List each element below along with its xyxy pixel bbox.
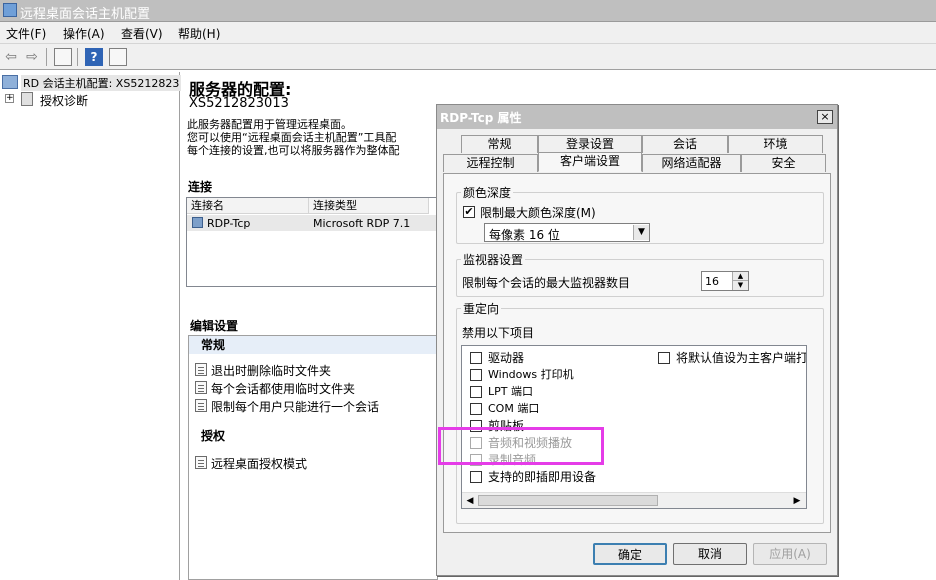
dialog-title: RDP-Tcp 属性 <box>440 111 522 125</box>
scroll-right-icon[interactable]: ▶ <box>790 494 804 508</box>
max-monitors-value: 16 <box>705 275 719 288</box>
group-header-general: 常规 <box>189 336 437 354</box>
rd-host-icon <box>2 75 18 89</box>
dialog-titlebar: RDP-Tcp 属性 × <box>437 105 837 129</box>
app-icon <box>3 3 17 17</box>
tab-network-adapter[interactable]: 网络适配器 <box>642 154 741 172</box>
column-header-connection-name[interactable]: 连接名 <box>187 198 309 214</box>
redirect-printers-checkbox[interactable] <box>470 369 482 381</box>
apply-button[interactable]: 应用(A) <box>753 543 827 565</box>
monitor-settings-legend: 监视器设置 <box>463 253 524 267</box>
color-depth-select[interactable]: 每像素 16 位 ▼ <box>484 223 650 242</box>
max-monitors-stepper[interactable]: 16 ▲ ▼ <box>701 271 749 291</box>
tab-security[interactable]: 安全 <box>741 154 826 172</box>
server-name: XS5212823013 <box>189 96 289 111</box>
connections-heading: 连接 <box>188 180 213 194</box>
column-header-connection-type[interactable]: 连接类型 <box>309 198 429 214</box>
redirect-lpt-checkbox[interactable] <box>470 386 482 398</box>
redirect-clipboard-checkbox[interactable] <box>470 420 482 432</box>
connection-type-cell: Microsoft RDP 7.1 <box>313 217 411 230</box>
redirect-drives-label: 驱动器 <box>488 351 525 365</box>
description-line-3: 每个连接的设置,也可以将服务器作为整体配 <box>187 144 400 157</box>
color-depth-legend: 颜色深度 <box>463 186 512 200</box>
show-hide-tree-icon[interactable] <box>54 48 72 66</box>
back-arrow-icon[interactable]: ⇦ <box>2 48 20 66</box>
setting-temp-folder-per-session[interactable]: 每个会话都使用临时文件夹 <box>211 380 355 397</box>
group-header-licensing: 授权 <box>189 427 437 445</box>
stepper-down-icon[interactable]: ▼ <box>732 281 748 290</box>
redirect-drives-checkbox[interactable] <box>470 352 482 364</box>
redirect-printers-label: Windows 打印机 <box>488 368 574 381</box>
scroll-left-icon[interactable]: ◀ <box>463 494 477 508</box>
tab-client-settings[interactable]: 客户端设置 <box>538 152 642 172</box>
edit-settings-panel: 常规 退出时删除临时文件夹 每个会话都使用临时文件夹 限制每个用户只能进行一个会… <box>188 335 438 580</box>
connection-name-cell: RDP-Tcp <box>207 217 251 230</box>
disable-following-label: 禁用以下项目 <box>462 326 535 340</box>
licensing-diagnostics-icon <box>21 92 33 106</box>
toolbar-separator <box>77 48 78 66</box>
redirection-list: 驱动器 Windows 打印机 LPT 端口 COM 端口 剪贴板 音频和视频播… <box>461 345 807 509</box>
tab-environment[interactable]: 环境 <box>728 135 823 153</box>
tab-logon-settings[interactable]: 登录设置 <box>538 135 642 153</box>
ok-button[interactable]: 确定 <box>593 543 667 565</box>
redirect-audio-record-label: 录制音频 <box>488 453 537 467</box>
chevron-down-icon[interactable]: ▼ <box>633 225 649 240</box>
redirect-audio-video-label: 音频和视频播放 <box>488 436 573 450</box>
tree-licensing-diagnostics[interactable]: 授权诊断 <box>40 92 88 109</box>
limit-color-depth-label: 限制最大颜色深度(M) <box>480 206 596 220</box>
redirect-pnp-checkbox[interactable] <box>470 471 482 483</box>
window-titlebar: 远程桌面会话主机配置 <box>0 0 936 22</box>
expand-toggle-icon[interactable]: + <box>5 94 14 103</box>
help-icon[interactable]: ? <box>85 48 103 66</box>
redirect-pnp-label: 支持的即插即用设备 <box>488 470 597 484</box>
connection-icon <box>192 217 203 228</box>
connections-table: 连接名 连接类型 RDP-Tcp Microsoft RDP 7.1 <box>186 197 438 287</box>
max-monitors-label: 限制每个会话的最大监视器数目 <box>462 276 631 290</box>
menu-file[interactable]: 文件(F) <box>6 25 46 42</box>
redirect-com-label: COM 端口 <box>488 402 540 415</box>
stepper-up-icon[interactable]: ▲ <box>732 272 748 281</box>
horizontal-scrollbar[interactable]: ◀ ▶ <box>462 492 806 508</box>
edit-settings-heading: 编辑设置 <box>190 319 239 333</box>
menu-help[interactable]: 帮助(H) <box>178 25 220 42</box>
tree-pane: RD 会话主机配置: XS5212823 + 授权诊断 <box>0 72 182 580</box>
redirect-default-printer-label: 将默认值设为主客户端打 <box>676 351 807 365</box>
redirect-audio-record-checkbox[interactable] <box>470 454 482 466</box>
color-depth-value: 每像素 16 位 <box>489 228 560 242</box>
tab-general[interactable]: 常规 <box>461 135 538 153</box>
properties-pane-icon[interactable] <box>109 48 127 66</box>
toolbar: ⇦ ⇨ ? <box>0 44 936 70</box>
scrollbar-thumb[interactable] <box>478 495 658 506</box>
redirect-clipboard-label: 剪贴板 <box>488 419 525 433</box>
limit-color-depth-checkbox[interactable]: ✔ <box>463 206 475 218</box>
setting-document-icon <box>195 399 207 412</box>
redirect-lpt-label: LPT 端口 <box>488 385 533 398</box>
setting-single-session-per-user[interactable]: 限制每个用户只能进行一个会话 <box>211 398 379 415</box>
tree-root-node[interactable]: RD 会话主机配置: XS5212823 <box>21 75 182 91</box>
cancel-button[interactable]: 取消 <box>673 543 747 565</box>
tab-remote-control[interactable]: 远程控制 <box>443 154 538 172</box>
window-title: 远程桌面会话主机配置 <box>20 7 151 22</box>
table-row[interactable]: RDP-Tcp Microsoft RDP 7.1 <box>187 215 437 231</box>
menu-view[interactable]: 查看(V) <box>121 25 163 42</box>
tab-sessions[interactable]: 会话 <box>642 135 728 153</box>
menu-bar: 文件(F) 操作(A) 查看(V) 帮助(H) <box>0 22 936 44</box>
toolbar-separator <box>46 48 47 66</box>
setting-document-icon <box>195 381 207 394</box>
close-icon[interactable]: × <box>817 110 833 124</box>
setting-licensing-mode[interactable]: 远程桌面授权模式 <box>211 455 307 472</box>
redirect-audio-video-checkbox[interactable] <box>470 437 482 449</box>
setting-document-icon <box>195 363 207 376</box>
redirection-legend: 重定向 <box>463 302 500 316</box>
setting-document-icon <box>195 456 207 469</box>
properties-dialog: RDP-Tcp 属性 × 常规 登录设置 会话 环境 远程控制 客户端设置 网络… <box>436 104 838 576</box>
redirect-com-checkbox[interactable] <box>470 403 482 415</box>
redirect-default-printer-checkbox[interactable] <box>658 352 670 364</box>
setting-delete-temp-folders[interactable]: 退出时删除临时文件夹 <box>211 362 331 379</box>
forward-arrow-icon[interactable]: ⇨ <box>23 48 41 66</box>
menu-action[interactable]: 操作(A) <box>63 25 105 42</box>
